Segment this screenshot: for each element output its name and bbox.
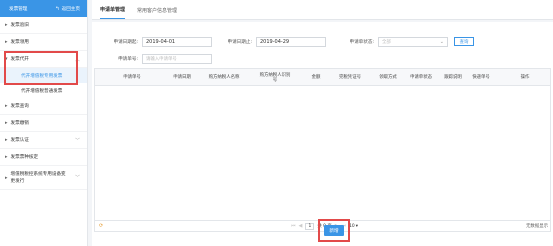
bullet-icon: ▸ <box>5 120 8 126</box>
bullet-icon: ▸ <box>5 103 8 109</box>
column-header: 申请单状态 <box>410 75 432 80</box>
sidebar-item-fapiao-yanjiu[interactable]: ▸ 发票验旧 <box>0 17 87 34</box>
bullet-icon: ▸ <box>5 154 8 160</box>
back-home-link[interactable]: ↰ 返回主页 <box>55 6 80 12</box>
sidebar-header: 发票管理 ↰ 返回主页 <box>0 0 87 17</box>
table-footer: ⟳ ⏮ ◀ 1 共 0 页 ▶ ⏭ 10 ▾ 无数据显示 <box>95 220 550 231</box>
caret-down-icon: ▾ <box>355 223 358 229</box>
column-header: 操作 <box>520 75 530 80</box>
sidebar-item-label: 发票票种核定 <box>10 155 39 160</box>
caret-down-icon: ▾ <box>5 56 8 62</box>
empty-text: 无数据显示 <box>526 224 548 229</box>
sidebar-item-fapiao-daikai[interactable]: ▾ 发票代开 ︿ <box>0 51 87 68</box>
column-header: 申请单号 <box>123 75 141 80</box>
sidebar-menu: ▸ 发票验旧 ▸ 发票领用 ▾ 发票代开 ︿ 代开增值税专用发票 代开增值税普通发票 … <box>0 17 87 190</box>
column-header: 购方纳税人识别号 <box>259 72 291 83</box>
app-window: 发票管理 ↰ 返回主页 ▸ 发票验旧 ▸ 发票领用 ▾ 发票代开 ︿ 代开增值税专用发… <box>0 0 553 246</box>
bullet-icon: ▸ <box>5 174 8 181</box>
prev-page-icon[interactable]: ◀ <box>299 223 303 229</box>
sidebar-item-piaozhong-heding[interactable]: ▸ 发票票种核定 <box>0 149 87 166</box>
sidebar-title: 发票管理 <box>9 6 28 12</box>
status-select[interactable]: 全部 ⌄ <box>378 37 448 47</box>
first-page-icon[interactable]: ⏮ <box>291 223 296 229</box>
status-label: 申请单状态: <box>349 40 374 45</box>
apply-no-label: 申请单号: <box>118 57 138 62</box>
sidebar-item-label: 发票验旧 <box>10 23 29 28</box>
sidebar-subitem-putong[interactable]: 代开增值税普通发票 <box>0 83 87 98</box>
start-date-field[interactable]: 2019-04-01 <box>142 37 212 47</box>
column-header: 申请日期 <box>173 75 191 80</box>
column-header: 金额 <box>311 75 321 80</box>
main-panel: 申请单管理 常用客户信息管理 申请日期起: 2019-04-01 申请日期止: … <box>92 0 553 246</box>
sidebar-group-fapiao-daikai: ▾ 发票代开 ︿ 代开增值税专用发票 代开增值税普通发票 <box>0 51 87 98</box>
content-area: 申请日期起: 2019-04-01 申请日期止: 2019-04-29 申请单状… <box>92 22 553 246</box>
status-select-value: 全部 <box>382 40 391 45</box>
sidebar-item-label: 发票代开 <box>10 57 29 62</box>
column-header: 购方纳税人名称 <box>208 75 240 80</box>
sidebar-subitem-zhuanyong[interactable]: 代开增值税专用发票 <box>0 68 87 83</box>
back-home-label: 返回主页 <box>61 6 80 12</box>
column-header: 完税凭证号 <box>339 75 361 80</box>
tab-bar: 申请单管理 常用客户信息管理 <box>92 0 553 20</box>
column-header: 领取方式 <box>379 75 397 80</box>
sidebar-item-label: 发票查询 <box>10 104 29 109</box>
end-date-field[interactable]: 2019-04-29 <box>256 37 326 47</box>
back-arrow-icon: ↰ <box>55 5 60 12</box>
sidebar-item-label: 发票领用 <box>10 40 29 45</box>
chevron-down-icon: ⌄ <box>439 39 444 45</box>
application-table: 申请单号 申请日期 购方纳税人名称 购方纳税人识别号 金额 完税凭证号 领取方式… <box>94 68 551 232</box>
page-number-input[interactable]: 1 <box>305 222 315 230</box>
sidebar-item-label: 增值税税控系统专用设备变更发行 <box>10 171 66 184</box>
apply-no-input[interactable]: 请输入申请单号 <box>142 54 212 64</box>
column-header: 跟踪说明 <box>444 75 462 80</box>
end-date-row: 申请日期止: 2019-04-29 <box>214 37 326 47</box>
sidebar-item-fapiao-renzheng[interactable]: ▸ 发票认证 ﹀ <box>0 132 87 149</box>
page-size-select[interactable]: 10 ▾ <box>349 224 358 229</box>
sidebar-item-label: 发票缴销 <box>10 121 29 126</box>
table-header: 申请单号 申请日期 购方纳税人名称 购方纳税人识别号 金额 完税凭证号 领取方式… <box>95 69 550 86</box>
chevron-down-icon: ﹀ <box>74 137 80 144</box>
bullet-icon: ▸ <box>5 22 8 28</box>
status-row: 申请单状态: 全部 ⌄ <box>336 37 448 47</box>
apply-no-row: 申请单号: 请输入申请单号 <box>100 54 212 64</box>
sidebar-item-fapiao-jiaoxiao[interactable]: ▸ 发票缴销 <box>0 115 87 132</box>
tab-customer-info[interactable]: 常用客户信息管理 <box>137 7 177 19</box>
bullet-icon: ▸ <box>5 39 8 45</box>
tab-application-management[interactable]: 申请单管理 <box>100 6 126 19</box>
sidebar: 发票管理 ↰ 返回主页 ▸ 发票验旧 ▸ 发票领用 ▾ 发票代开 ︿ 代开增值税专用发… <box>0 0 88 246</box>
sidebar-item-fapiao-chaxun[interactable]: ▸ 发票查询 <box>0 98 87 115</box>
chevron-down-icon: ﹀ <box>74 175 80 181</box>
start-date-row: 申请日期起: 2019-04-01 <box>100 37 212 47</box>
sidebar-item-label: 发票认证 <box>10 138 29 143</box>
refresh-icon[interactable]: ⟳ <box>99 223 103 229</box>
sidebar-item-fapiao-lingyong[interactable]: ▸ 发票领用 <box>0 34 87 51</box>
chevron-up-icon: ︿ <box>74 56 80 63</box>
bullet-icon: ▸ <box>5 137 8 143</box>
page-size-value: 10 <box>349 223 355 229</box>
column-header: 快递单号 <box>472 75 490 80</box>
sidebar-item-shebei-biangeng[interactable]: ▸ 增值税税控系统专用设备变更发行 ﹀ <box>0 166 87 190</box>
start-date-label: 申请日期起: <box>113 40 138 45</box>
end-date-label: 申请日期止: <box>227 40 252 45</box>
search-button[interactable]: 查询 <box>454 37 474 46</box>
add-button[interactable]: 新增 <box>324 225 344 236</box>
